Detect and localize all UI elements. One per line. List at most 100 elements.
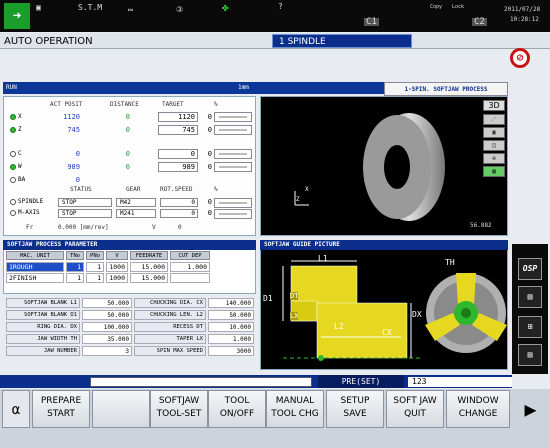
spindle-gear: M241	[116, 209, 156, 218]
blank-param-value[interactable]: 50.000	[82, 310, 132, 320]
label-th: TH	[445, 258, 455, 267]
spindle-selector[interactable]: 1 SPINDLE	[272, 34, 412, 48]
next-page-icon[interactable]: ▶	[512, 390, 549, 428]
grid-icon[interactable]: ▦	[483, 166, 505, 177]
blank-param-value[interactable]: 35.000	[82, 334, 132, 344]
blank-param-label-2: SPIN MAX SPEED	[134, 346, 206, 356]
axis-label[interactable]: C	[10, 150, 22, 157]
fkey-line1: PREPARE	[40, 396, 82, 406]
process-cell[interactable]: 1	[66, 273, 84, 283]
3d-label[interactable]: 3D	[483, 100, 505, 111]
blank-param-value[interactable]: 50.000	[82, 298, 132, 308]
axis-label[interactable]: BA	[10, 176, 25, 183]
unit-label: 1mm	[238, 84, 249, 91]
lock-label: Lock	[452, 4, 465, 10]
label-lx: LX	[290, 312, 299, 320]
softjaw-diagram	[282, 260, 507, 361]
fkey-line2: SAVE	[343, 409, 367, 419]
process-cell[interactable]: 1ROUGH	[6, 262, 64, 272]
distance-value: 0	[125, 163, 130, 171]
blank-param-label: JAW WIDTH TH	[6, 334, 80, 344]
axis-label[interactable]: Z	[10, 126, 22, 133]
axis-label-z: Z	[296, 196, 300, 203]
pct-bar	[214, 125, 252, 135]
process-cell[interactable]: 15.000	[130, 273, 168, 283]
process-cell[interactable]: 2FINISH	[6, 273, 64, 283]
blank-param-value-2[interactable]: 1.000	[208, 334, 254, 344]
blank-param-value-2[interactable]: 3000	[208, 346, 254, 356]
fkey-line1: SOFT JAW	[393, 396, 437, 406]
fkey-button[interactable]	[92, 390, 150, 428]
col-header-pct: %	[214, 101, 218, 108]
view-front-icon[interactable]: ◫	[483, 140, 505, 151]
window-icon[interactable]: ▤	[518, 344, 542, 366]
fkey-line2: QUIT	[404, 409, 426, 419]
fkey-line2: START	[47, 409, 75, 419]
zoom-icon[interactable]: ⊕	[483, 153, 505, 164]
axis-label-x: X	[305, 186, 309, 193]
osp-logo-button[interactable]: OSP	[518, 258, 542, 280]
guide-picture	[260, 240, 508, 370]
fkey-button[interactable]: MANUAL TOOL CHG	[266, 390, 324, 428]
pct-value: 0	[207, 163, 212, 171]
preset-label: PRE(SET)	[318, 375, 404, 388]
add-icon[interactable]: ⊞	[518, 316, 542, 338]
pct-bar	[214, 162, 252, 172]
time-display: 10:28:12	[510, 16, 539, 23]
process-cell[interactable]: 1	[86, 262, 104, 272]
spindle-row-label[interactable]: SPINDLE	[10, 198, 43, 205]
fkey-button[interactable]: SOFT JAW QUIT	[386, 390, 444, 428]
label-cx: CX	[382, 328, 392, 337]
axis-label[interactable]: W	[10, 163, 22, 170]
copy-label: Copy	[430, 4, 443, 10]
spindle-pct-bar	[214, 198, 252, 208]
fkey-button[interactable]: PREPARE START	[32, 390, 90, 428]
fkey-button[interactable]: TOOL ON/OFF	[208, 390, 266, 428]
process-cell[interactable]: 1000	[106, 262, 128, 272]
fkey-button[interactable]: SETUP SAVE	[326, 390, 384, 428]
process-cell[interactable]: 1	[66, 262, 84, 272]
process-col-header: FEEDRATE	[130, 251, 168, 260]
input-field[interactable]	[90, 377, 312, 387]
stm-label: S.T.M	[78, 3, 103, 12]
3d-view[interactable]	[260, 96, 508, 236]
process-cell[interactable]: 15.000	[130, 262, 168, 272]
fkey-button[interactable]: WINDOW CHANGE	[446, 390, 510, 428]
col-header-status: STATUS	[70, 186, 92, 193]
c1-label: C1	[364, 17, 379, 27]
blank-param-value-2[interactable]: 140.000	[208, 298, 254, 308]
page-title: AUTO OPERATION	[4, 36, 93, 47]
workpiece-render	[294, 113, 445, 221]
col-header-pct-2: %	[214, 186, 218, 193]
process-cell[interactable]: 1000	[106, 273, 128, 283]
blank-param-label: SOFTJAW BLANK L1	[6, 298, 80, 308]
process-cell[interactable]: 1.000	[170, 262, 210, 272]
preset-value[interactable]: 123	[408, 377, 512, 387]
blank-param-label-2: RECESS DT	[134, 322, 206, 332]
fkey-button[interactable]: SOFTJAW TOOL-SET	[150, 390, 208, 428]
blank-param-value-2[interactable]: 10.000	[208, 322, 254, 332]
c2-label: C2	[472, 17, 487, 27]
blank-param-value[interactable]: 3	[82, 346, 132, 356]
col-header-target: TARGET	[162, 101, 184, 108]
fn-page-icon[interactable]: ⍺	[2, 390, 30, 428]
view-tool-icons: ⤢ ▣ ◫ ⊕ ▦	[483, 114, 505, 184]
process-cell[interactable]: 1	[86, 273, 104, 283]
blank-param-label-2: TAPER LX	[134, 334, 206, 344]
machine-icon[interactable]: ▥	[518, 286, 542, 308]
process-cell[interactable]	[170, 273, 210, 283]
label-l2: L2	[334, 322, 344, 331]
target-field: 745	[158, 125, 198, 135]
spindle-row-label[interactable]: M-AXIS	[10, 209, 40, 216]
target-field: 1120	[158, 112, 198, 122]
fkey-line1: TOOL	[224, 396, 250, 406]
blank-param-value-2[interactable]: 50.000	[208, 310, 254, 320]
camera-icon[interactable]: ▣	[483, 127, 505, 138]
blank-param-value[interactable]: 100.000	[82, 322, 132, 332]
tab-softjaw-process[interactable]: 1-SPIN. SOFTJAW PROCESS	[384, 82, 508, 96]
status-bar: ➜ ▣ S.T.M ▭ ③ ✤ ? C1 Copy Lock C2 2011/0…	[0, 0, 550, 32]
blank-param-label: JAW NUMBER	[6, 346, 80, 356]
tool-icon[interactable]: ⤢	[483, 114, 505, 125]
axis-label[interactable]: X	[10, 113, 22, 120]
label-dt: DT	[290, 292, 299, 300]
